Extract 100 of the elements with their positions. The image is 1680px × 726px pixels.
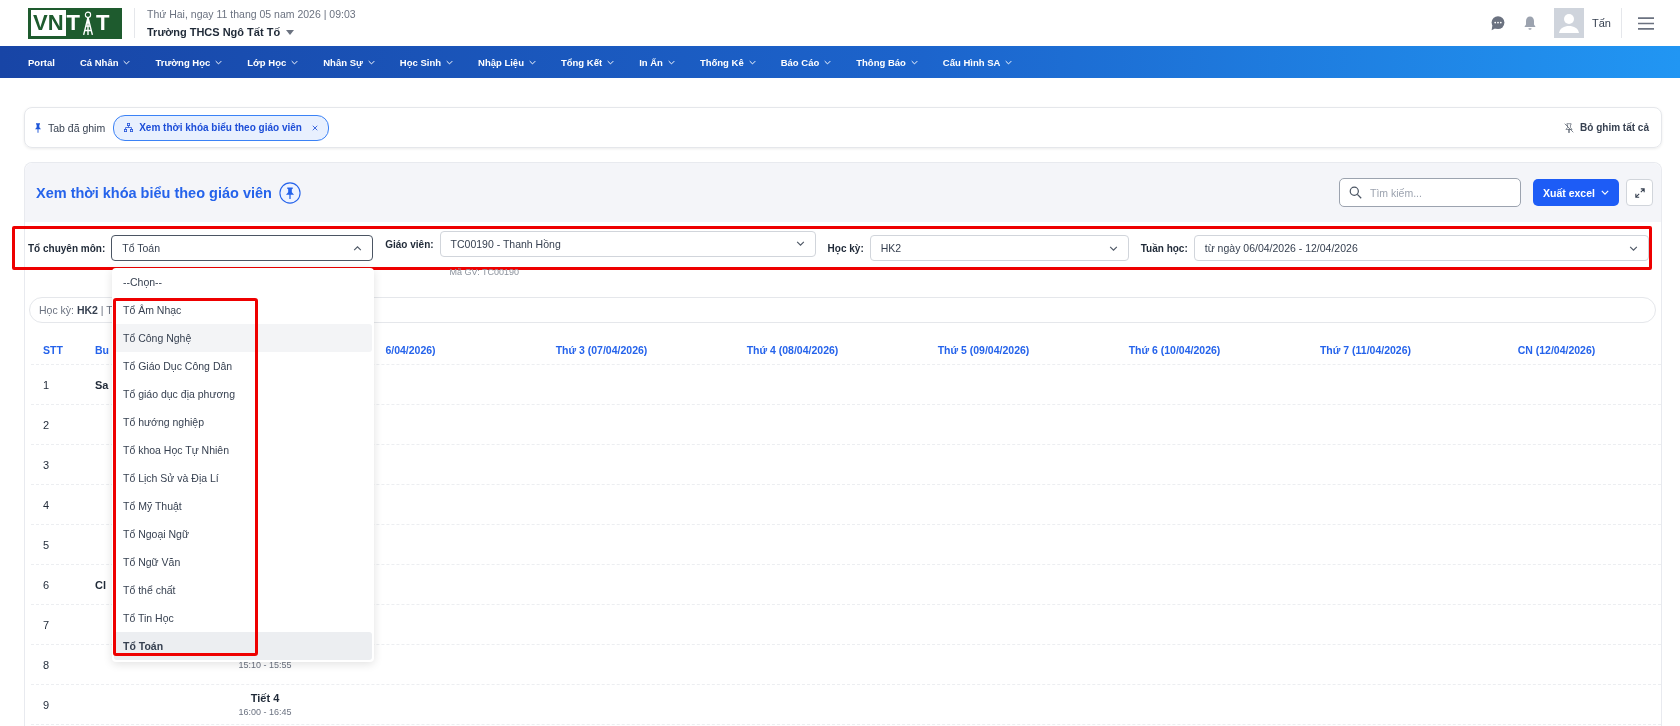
dropdown-option[interactable]: Tổ khoa Học Tự Nhiên (114, 436, 372, 464)
search-icon (1349, 186, 1362, 199)
sitemap-icon (124, 123, 134, 132)
chevron-up-icon (353, 245, 363, 251)
info-text: Học kỳ: HK2 | T (39, 304, 113, 316)
nav-menu-item[interactable]: Cấu Hình SA (942, 56, 1013, 68)
dropdown-option[interactable]: Tổ Tin Học (114, 604, 372, 632)
chevron-down-icon (215, 59, 223, 65)
dropdown-option[interactable]: Tổ Ngoại Ngữ (114, 520, 372, 548)
user-name[interactable]: Tấn (1592, 17, 1611, 29)
column-header: STT (42, 343, 64, 356)
nav-menu-item[interactable]: Nhân Sự (323, 56, 375, 68)
nav-menu-item[interactable]: Học Sinh (399, 56, 454, 68)
column-header: Thứ 5 (09/04/2026) (936, 343, 1031, 356)
table-cell-text: 8 (42, 658, 51, 671)
filter-label: Học kỳ: (827, 242, 864, 254)
page-title: Xem thời khóa biểu theo giáo viên (36, 184, 272, 201)
table-cell: Cl (95, 578, 106, 591)
dropdown-option[interactable]: Tổ Giáo Dục Công Dân (114, 352, 372, 380)
dropdown-option[interactable]: --Chọn-- (114, 268, 372, 296)
chevron-down-icon (910, 59, 918, 65)
chevron-down-icon (1005, 59, 1013, 65)
chevron-down-icon (1108, 245, 1118, 251)
tower-icon (81, 10, 95, 36)
filter-label: Giáo viên: (385, 238, 434, 250)
caret-icon[interactable] (286, 29, 295, 35)
pinned-tab[interactable]: Xem thời khóa biểu theo giáo viên (113, 114, 329, 141)
select-field[interactable]: từ ngày 06/04/2026 - 12/04/2026 (1193, 235, 1649, 261)
filter-label: Tổ chuyên môn: (28, 242, 106, 254)
nav-menu-item[interactable]: Báo Cáo (780, 56, 832, 68)
logo[interactable]: VNT T (28, 7, 122, 39)
expand-icon (1634, 187, 1645, 198)
unpin-icon[interactable] (1564, 122, 1575, 133)
chevron-down-icon (824, 59, 832, 65)
select-field[interactable]: TC00190 - Thanh Hồng (439, 230, 816, 257)
dropdown-option[interactable]: Tổ thể chất (114, 576, 372, 604)
chevron-down-icon (607, 59, 615, 65)
chevron-down-icon (795, 241, 805, 246)
table-cell-text: 3 (42, 458, 51, 471)
filter-label: Tuần học: (1140, 242, 1188, 254)
dropdown-option[interactable]: Tổ giáo dục địa phương (114, 380, 372, 408)
column-header: 6/04/2026) (384, 343, 437, 356)
table-cell-text: 4 (42, 498, 51, 511)
school-selector[interactable]: Trường THCS Ngô Tất Tố (147, 26, 281, 38)
logo-text: T (96, 10, 110, 36)
table-cell: Sa (95, 378, 109, 391)
column-header: Thứ 6 (10/04/2026) (1127, 343, 1222, 356)
select-field[interactable]: Tổ Toán (111, 235, 374, 261)
nav-menu-item[interactable]: Thông Báo (856, 56, 918, 68)
logo-text: VN (31, 10, 66, 36)
table-cell-text: 9 (42, 698, 51, 711)
chevron-down-icon (446, 59, 454, 65)
logo-text: T (66, 10, 80, 36)
nav-menu-item[interactable]: Portal (28, 56, 55, 68)
search-field[interactable]: Tìm kiếm... (1339, 178, 1521, 207)
chevron-down-icon (748, 59, 756, 65)
chevron-down-icon (1629, 245, 1638, 251)
table-cell-text: 2 (42, 418, 51, 431)
column-header: Thứ 4 (08/04/2026) (745, 343, 840, 356)
chat-icon[interactable] (1490, 15, 1507, 31)
dropdown-option[interactable]: Tổ Toán (114, 632, 372, 660)
chevron-down-icon (1600, 190, 1609, 195)
column-header: Thứ 3 (07/04/2026) (554, 343, 649, 356)
table-cell-text: 6 (42, 578, 51, 591)
nav-menu-item[interactable]: Trường Học (155, 56, 223, 68)
select-field[interactable]: HK2 (869, 235, 1129, 261)
table-cell-text: 5 (42, 538, 51, 551)
dropdown-option[interactable]: Tổ hướng nghiệp (114, 408, 372, 436)
chevron-down-icon (367, 59, 375, 65)
dropdown-option[interactable]: Tổ Âm Nhạc (114, 296, 372, 324)
table-cell-text: 7 (42, 618, 51, 631)
chevron-down-icon (123, 59, 131, 65)
dropdown-option[interactable]: Tổ Công Nghệ (114, 324, 372, 352)
nav-menu-item[interactable]: Thống Kê (699, 56, 756, 68)
chevron-down-icon (667, 59, 675, 65)
table-cell-text: 1 (42, 378, 51, 391)
date-text: Thứ Hai, ngay 11 thang 05 nam 2026 | 09:03 (147, 8, 356, 20)
period-time: 15:10 - 15:55 (238, 659, 292, 670)
pinned-tabs-label: Tab đã ghim (48, 121, 106, 134)
period-time: 16:00 - 16:45 (238, 707, 292, 717)
column-header: Thứ 7 (11/04/2026) (1318, 343, 1413, 356)
close-icon[interactable] (311, 124, 318, 131)
tab-label: Xem thời khóa biểu theo giáo viên (139, 122, 302, 133)
dropdown-option[interactable]: Tổ Mỹ Thuật (114, 492, 372, 520)
menu-icon[interactable] (1638, 16, 1654, 30)
export-excel-button[interactable]: Xuất excel (1533, 179, 1619, 206)
dropdown-option[interactable]: Tổ Lịch Sử và Địa Lí (114, 464, 372, 492)
nav-menu-item[interactable]: Cá Nhân (79, 56, 131, 68)
column-header: Bu (95, 343, 110, 356)
fullscreen-button[interactable] (1626, 179, 1653, 206)
period-label: Tiết 4 (250, 692, 280, 704)
nav-menu-item[interactable]: Lớp Học (247, 56, 299, 68)
nav-menu-item[interactable]: Nhập Liệu (478, 56, 536, 68)
nav-menu-item[interactable]: In Ấn (639, 56, 675, 68)
unpin-all-link[interactable]: Bỏ ghim tất cả (1580, 122, 1649, 133)
dropdown-option[interactable]: Tổ Ngữ Văn (114, 548, 372, 576)
chevron-down-icon (528, 59, 536, 65)
nav-menu-item[interactable]: Tổng Kết (560, 56, 615, 68)
pin-button[interactable] (278, 181, 301, 204)
column-header: CN (12/04/2026) (1516, 343, 1597, 356)
